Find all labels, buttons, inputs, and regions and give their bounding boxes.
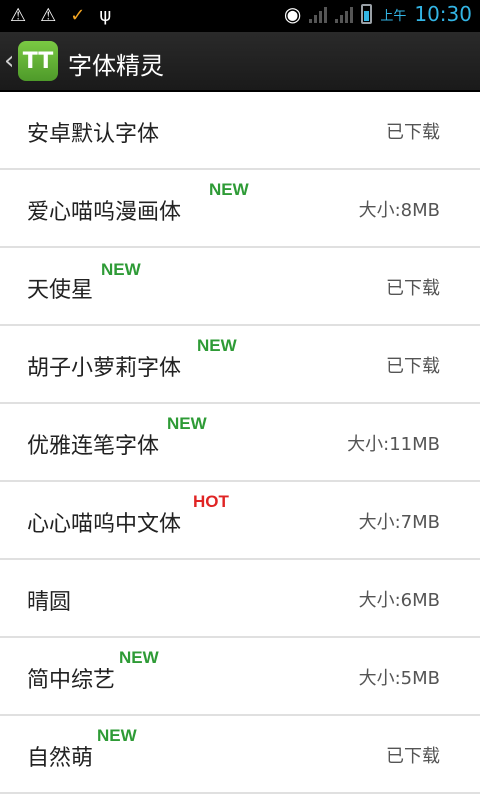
font-status: 已下载 xyxy=(386,278,440,299)
new-badge: NEW xyxy=(197,336,237,355)
font-name: 简中综艺 xyxy=(27,668,116,693)
font-name: 晴圆 xyxy=(27,590,72,615)
list-item[interactable]: 安卓默认字体 已下载 xyxy=(0,92,480,170)
font-list: 安卓默认字体 已下载 爱心喵呜漫画体 NEW 大小:8MB 天使星 NEW 已下载 胡子小萝莉字… xyxy=(0,92,480,794)
signal-1-icon xyxy=(309,5,328,23)
font-status: 已下载 xyxy=(386,122,440,143)
hot-badge: HOT xyxy=(193,492,229,511)
wifi-icon: ◉ xyxy=(283,2,302,26)
font-status: 已下载 xyxy=(386,746,440,767)
usb-icon: ψ xyxy=(99,5,112,26)
status-right: ◉ 上午 10:30 xyxy=(284,2,472,26)
font-status: 大小:8MB xyxy=(358,200,440,221)
warning-icon: ⚠ xyxy=(10,5,27,26)
battery-icon xyxy=(361,4,373,24)
font-name: 爱心喵呜漫画体 xyxy=(27,200,182,225)
list-item[interactable]: 自然萌 NEW 已下载 xyxy=(0,716,480,794)
app-title: 字体精灵 xyxy=(68,52,164,80)
action-bar: ‹ TT 字体精灵 xyxy=(0,32,480,92)
font-status: 大小:11MB xyxy=(347,434,440,455)
font-status: 已下载 xyxy=(386,356,440,377)
font-name: 天使星 xyxy=(27,278,94,303)
download-done-icon: ✓ xyxy=(70,5,86,26)
font-status: 大小:5MB xyxy=(358,668,440,689)
font-status: 大小:6MB xyxy=(358,590,440,611)
new-badge: NEW xyxy=(209,180,249,199)
font-status: 大小:7MB xyxy=(358,512,440,533)
new-badge: NEW xyxy=(119,648,159,667)
app-icon[interactable]: TT xyxy=(18,41,58,81)
font-name: 胡子小萝莉字体 xyxy=(27,356,182,381)
list-item[interactable]: 胡子小萝莉字体 NEW 已下载 xyxy=(0,326,480,404)
new-badge: NEW xyxy=(167,414,207,433)
list-item[interactable]: 晴圆 大小:6MB xyxy=(0,560,480,638)
status-ampm: 上午 xyxy=(380,8,407,24)
signal-2-icon xyxy=(335,5,354,23)
warning-icon: ⚠ xyxy=(40,5,57,26)
new-badge: NEW xyxy=(97,726,137,745)
list-item[interactable]: 爱心喵呜漫画体 NEW 大小:8MB xyxy=(0,170,480,248)
font-name: 自然萌 xyxy=(27,746,94,771)
list-item[interactable]: 优雅连笔字体 NEW 大小:11MB xyxy=(0,404,480,482)
font-name: 安卓默认字体 xyxy=(27,122,160,147)
status-time: 10:30 xyxy=(414,2,472,26)
font-name: 优雅连笔字体 xyxy=(27,434,160,459)
app-icon-text: TT xyxy=(22,48,54,74)
new-badge: NEW xyxy=(101,260,141,279)
list-item[interactable]: 心心喵呜中文体 HOT 大小:7MB xyxy=(0,482,480,560)
list-item[interactable]: 简中综艺 NEW 大小:5MB xyxy=(0,638,480,716)
list-item[interactable]: 天使星 NEW 已下载 xyxy=(0,248,480,326)
status-bar: ⚠ ⚠ ✓ ψ ◉ 上午 10:30 xyxy=(0,0,480,32)
back-chevron-icon[interactable]: ‹ xyxy=(4,46,14,76)
font-name: 心心喵呜中文体 xyxy=(27,512,182,537)
status-left-icons: ⚠ ⚠ ✓ ψ xyxy=(10,4,111,28)
